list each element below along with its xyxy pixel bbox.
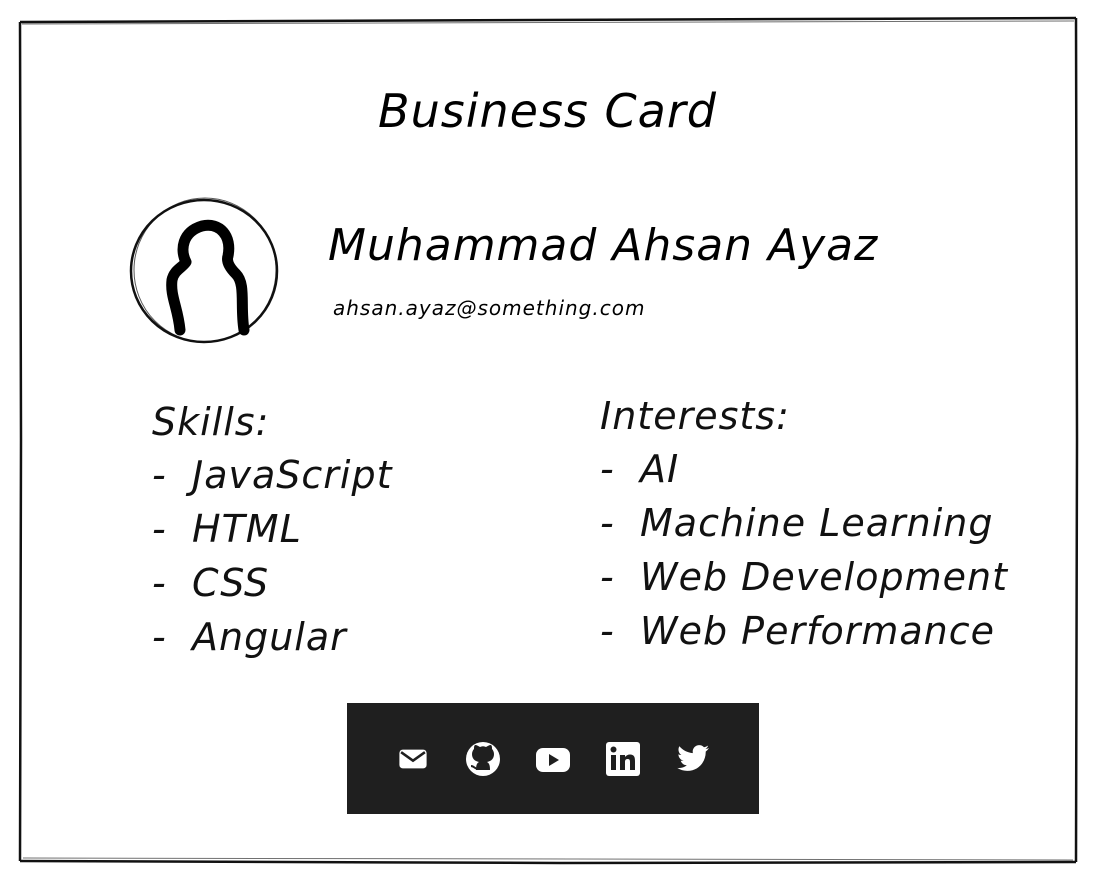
social-links-bar <box>347 703 759 814</box>
email-icon <box>399 749 427 768</box>
bullet: - <box>600 501 615 545</box>
bullet: - <box>152 507 167 551</box>
skill-item: - CSS <box>152 556 392 610</box>
skill-item: - HTML <box>152 502 392 556</box>
youtube-link[interactable] <box>529 735 577 783</box>
skills-list: Skills: - JavaScript - HTML - CSS - Angular <box>152 396 392 664</box>
interest-item: - Web Performance <box>600 604 1008 658</box>
interest-item: - Web Development <box>600 550 1008 604</box>
bullet: - <box>600 447 615 491</box>
skills-heading: Skills: <box>152 400 270 444</box>
card-title: Business Card <box>378 84 717 138</box>
twitter-link[interactable] <box>669 735 717 783</box>
github-link[interactable] <box>459 735 507 783</box>
skill-label: HTML <box>192 507 302 551</box>
skill-label: Angular <box>192 615 347 659</box>
bullet: - <box>152 615 167 659</box>
interest-item: - AI <box>600 442 1008 496</box>
linkedin-icon <box>606 741 640 776</box>
bullet: - <box>600 555 615 599</box>
interests-list: Interests: - AI - Machine Learning - Web De… <box>600 390 1008 658</box>
bullet: - <box>152 453 167 497</box>
email-address[interactable]: ahsan.ayaz@something.com <box>333 296 645 320</box>
github-icon <box>466 741 500 776</box>
linkedin-link[interactable] <box>599 735 647 783</box>
interest-item: - Machine Learning <box>600 496 1008 550</box>
skill-item: - Angular <box>152 610 392 664</box>
interests-heading: Interests: <box>600 394 790 438</box>
youtube-icon <box>536 747 570 772</box>
interest-label: AI <box>640 447 680 491</box>
twitter-icon <box>677 744 709 771</box>
bullet: - <box>600 609 615 653</box>
interest-label: Web Development <box>640 555 1008 599</box>
bullet: - <box>152 561 167 605</box>
avatar-icon <box>129 197 279 344</box>
interest-label: Machine Learning <box>640 501 994 545</box>
skill-label: CSS <box>192 561 270 605</box>
email-link[interactable] <box>389 735 437 783</box>
skill-item: - JavaScript <box>152 448 392 502</box>
interest-label: Web Performance <box>640 609 995 653</box>
skill-label: JavaScript <box>192 453 393 497</box>
person-name: Muhammad Ahsan Ayaz <box>328 220 879 271</box>
